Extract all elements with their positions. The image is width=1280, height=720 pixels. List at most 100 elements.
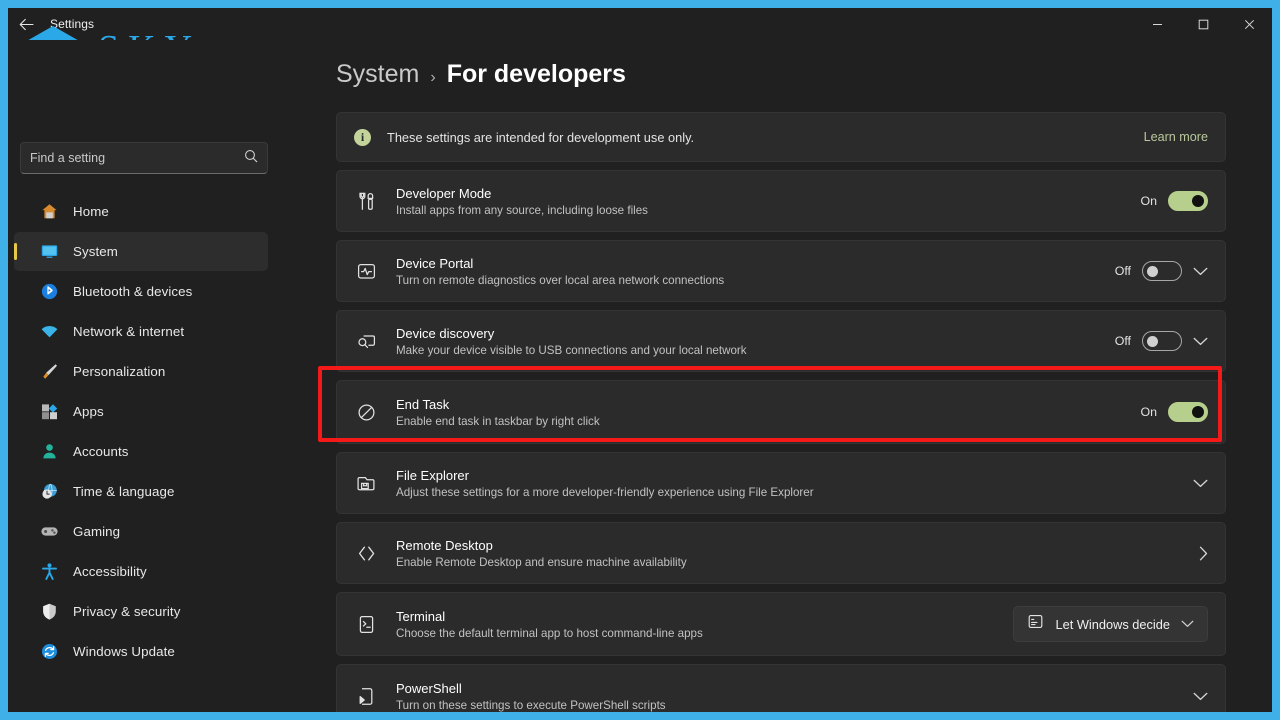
setting-text: Remote Desktop Enable Remote Desktop and… — [396, 538, 687, 569]
sidebar-item-time-language[interactable]: Time & language — [14, 472, 268, 511]
end-task-toggle[interactable] — [1168, 402, 1208, 422]
window-controls — [1134, 8, 1272, 40]
sidebar-item-label: Home — [73, 204, 109, 219]
remote-desktop-icon — [354, 541, 378, 565]
terminal-dropdown[interactable]: Let Windows decide — [1013, 606, 1208, 642]
setting-subtitle: Adjust these settings for a more develop… — [396, 485, 814, 499]
sidebar-item-apps[interactable]: Apps — [14, 392, 268, 431]
setting-subtitle: Make your device visible to USB connecti… — [396, 343, 747, 357]
chevron-down-icon[interactable] — [1193, 692, 1208, 701]
setting-control: Off — [1115, 261, 1208, 281]
clock-globe-icon — [38, 481, 60, 503]
setting-subtitle: Turn on remote diagnostics over local ar… — [396, 273, 725, 287]
sidebar-item-gaming[interactable]: Gaming — [14, 512, 268, 551]
breadcrumb-parent[interactable]: System — [336, 60, 419, 89]
setting-row-developer-mode[interactable]: Developer Mode Install apps from any sou… — [336, 170, 1226, 232]
chevron-down-icon[interactable] — [1193, 267, 1208, 276]
search-input[interactable] — [30, 151, 244, 165]
shield-icon — [38, 601, 60, 623]
maximize-button[interactable] — [1180, 8, 1226, 40]
sidebar-item-system[interactable]: System — [14, 232, 268, 271]
sidebar-item-accounts[interactable]: Accounts — [14, 432, 268, 471]
setting-title: Remote Desktop — [396, 537, 493, 553]
dev-use-banner: i These settings are intended for develo… — [336, 112, 1226, 162]
setting-text: Developer Mode Install apps from any sou… — [396, 186, 648, 217]
chevron-down-icon — [1181, 620, 1194, 628]
device-discovery-icon — [354, 329, 378, 353]
sidebar-item-label: Accounts — [73, 444, 129, 459]
sidebar-nav: Home System Bluetooth & devices Network … — [14, 192, 268, 672]
page-title: For developers — [446, 60, 626, 88]
sidebar-item-windows-update[interactable]: Windows Update — [14, 632, 268, 671]
setting-title: PowerShell — [396, 680, 462, 696]
banner-text: These settings are intended for developm… — [387, 129, 695, 145]
search-icon — [244, 149, 258, 168]
setting-row-device-portal[interactable]: Device Portal Turn on remote diagnostics… — [336, 240, 1226, 302]
device-portal-toggle[interactable] — [1142, 261, 1182, 281]
main-content: System › For developers i These settings… — [274, 40, 1272, 712]
sidebar-item-home[interactable]: Home — [14, 192, 268, 231]
setting-control — [1193, 692, 1208, 701]
device-portal-icon — [354, 259, 378, 283]
setting-row-powershell[interactable]: PowerShell Turn on these settings to exe… — [336, 664, 1226, 712]
apps-icon — [38, 401, 60, 423]
setting-control — [1199, 546, 1208, 561]
setting-title: Device Portal — [396, 255, 474, 271]
setting-control: Off — [1115, 331, 1208, 351]
device-discovery-toggle[interactable] — [1142, 331, 1182, 351]
search-box[interactable] — [20, 142, 268, 174]
setting-row-device-discovery[interactable]: Device discovery Make your device visibl… — [336, 310, 1226, 372]
back-button[interactable] — [8, 8, 44, 40]
minimize-button[interactable] — [1134, 8, 1180, 40]
setting-control: Let Windows decide — [1013, 606, 1208, 642]
sidebar-item-label: Windows Update — [73, 644, 175, 659]
sidebar-item-bluetooth[interactable]: Bluetooth & devices — [14, 272, 268, 311]
sidebar-item-label: System — [73, 244, 118, 259]
block-icon — [354, 400, 378, 424]
setting-text: Device Portal Turn on remote diagnostics… — [396, 256, 724, 287]
sidebar-item-label: Time & language — [73, 484, 175, 499]
setting-control: On — [1140, 191, 1208, 211]
sidebar-item-label: Gaming — [73, 524, 121, 539]
setting-row-end-task[interactable]: End Task Enable end task in taskbar by r… — [336, 380, 1226, 444]
setting-title: Device discovery — [396, 325, 495, 341]
setting-text: Terminal Choose the default terminal app… — [396, 609, 703, 640]
setting-row-file-explorer[interactable]: File Explorer Adjust these settings for … — [336, 452, 1226, 514]
sidebar-item-label: Accessibility — [73, 564, 147, 579]
chevron-right-icon[interactable] — [1199, 546, 1208, 561]
setting-subtitle: Turn on these settings to execute PowerS… — [396, 698, 666, 712]
terminal-icon — [354, 612, 378, 636]
setting-row-remote-desktop[interactable]: Remote Desktop Enable Remote Desktop and… — [336, 522, 1226, 584]
sidebar-item-label: Bluetooth & devices — [73, 284, 193, 299]
learn-more-link[interactable]: Learn more — [1144, 130, 1208, 144]
sidebar: Home System — [8, 40, 274, 712]
setting-row-terminal[interactable]: Terminal Choose the default terminal app… — [336, 592, 1226, 656]
info-icon: i — [354, 128, 371, 146]
sidebar-item-personalization[interactable]: Personalization — [14, 352, 268, 391]
setting-title: End Task — [396, 396, 450, 412]
sidebar-item-network[interactable]: Network & internet — [14, 312, 268, 351]
wifi-icon — [38, 321, 60, 343]
setting-text: End Task Enable end task in taskbar by r… — [396, 397, 600, 428]
setting-subtitle: Install apps from any source, including … — [396, 203, 648, 217]
setting-text: Device discovery Make your device visibl… — [396, 326, 747, 357]
window-title: Settings — [50, 17, 95, 31]
update-icon — [38, 641, 60, 663]
terminal-dropdown-label: Let Windows decide — [1055, 616, 1170, 632]
setting-subtitle: Enable end task in taskbar by right clic… — [396, 414, 600, 428]
toggle-state-label: Off — [1114, 334, 1131, 348]
sidebar-item-label: Privacy & security — [73, 604, 181, 619]
tools-icon — [354, 189, 378, 213]
toggle-state-label: Off — [1114, 264, 1131, 278]
developer-mode-toggle[interactable] — [1168, 191, 1208, 211]
setting-title: Developer Mode — [396, 185, 492, 201]
gamepad-icon — [38, 521, 60, 543]
home-icon — [38, 201, 60, 223]
sidebar-item-label: Apps — [73, 404, 104, 419]
setting-text: File Explorer Adjust these settings for … — [396, 468, 814, 499]
chevron-down-icon[interactable] — [1193, 479, 1208, 488]
sidebar-item-accessibility[interactable]: Accessibility — [14, 552, 268, 591]
close-button[interactable] — [1226, 8, 1272, 40]
chevron-down-icon[interactable] — [1193, 337, 1208, 346]
sidebar-item-privacy-security[interactable]: Privacy & security — [14, 592, 268, 631]
